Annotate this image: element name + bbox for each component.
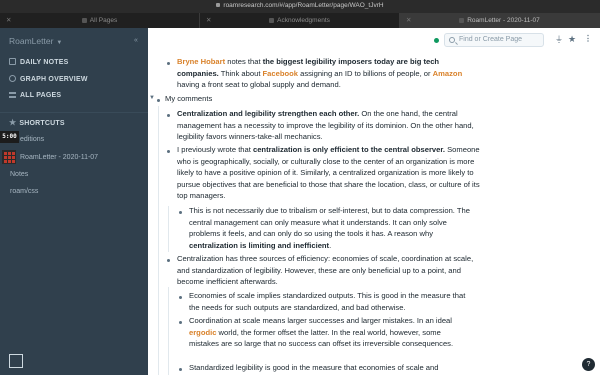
block-bullet[interactable] [179, 296, 182, 299]
block-standardized-legibility[interactable]: Standardized legibility is good in the m… [189, 362, 479, 374]
browser-tab-all-pages[interactable]: ✕ All Pages [0, 13, 200, 28]
help-icon[interactable]: ? [582, 358, 595, 371]
sidebar-item-daily-notes[interactable]: DAILY NOTES [9, 58, 69, 66]
filter-icon[interactable]: ⏚ [555, 34, 563, 45]
favicon-icon [459, 17, 465, 23]
more-icon[interactable]: ⋮ [584, 34, 592, 43]
timer-badge[interactable]: 5:00 [0, 131, 19, 143]
shortcut-roam-css[interactable]: roam/css [10, 188, 38, 195]
sidebar-divider [0, 112, 148, 113]
close-icon[interactable]: ✕ [406, 13, 411, 28]
sidebar-item-graph-overview[interactable]: GRAPH OVERVIEW [9, 75, 88, 83]
shortcut-roamletter-2020-11-07[interactable]: RoamLetter - 2020-11-07 [20, 154, 98, 161]
checkbox-icon[interactable] [9, 354, 23, 368]
pages-icon [9, 92, 16, 98]
block-bullet[interactable] [167, 259, 170, 262]
favicon-icon [81, 17, 87, 23]
url-text: roamresearch.com/#/app/RoamLetter/page/W… [223, 2, 384, 9]
block-indent-guide [158, 106, 159, 375]
block-centralization-legibility[interactable]: Centralization and legibility strengthen… [177, 108, 477, 143]
block-bullet[interactable] [167, 62, 170, 65]
shortcuts-heading: ★ SHORTCUTS [9, 118, 65, 127]
grid-app-icon[interactable] [2, 150, 16, 164]
page-ref-facebook[interactable]: Facebook [263, 69, 298, 78]
browser-tab-acknowledgments[interactable]: ✕ Acknowledgments [200, 13, 400, 28]
block-centralization-efficient[interactable]: I previously wrote that centralization i… [177, 144, 487, 202]
close-icon[interactable]: ✕ [6, 13, 11, 28]
browser-tab-roamletter[interactable]: ✕ RoamLetter - 2020-11-07 [400, 13, 600, 28]
star-icon: ★ [9, 118, 17, 127]
block-bullet[interactable] [179, 321, 182, 324]
page-ref-amazon[interactable]: Amazon [433, 69, 463, 78]
browser-tab-strip: ✕ All Pages ✕ Acknowledgments ✕ RoamLetter … [0, 13, 600, 28]
page-ref-bryne-hobart[interactable]: Bryne Hobart [177, 57, 225, 66]
block-three-sources[interactable]: Centralization has three sources of effi… [177, 253, 477, 288]
favicon-icon [269, 17, 275, 23]
collapse-sidebar-icon[interactable]: « [134, 37, 138, 44]
notes-icon [9, 58, 16, 65]
block-bullet[interactable] [167, 150, 170, 153]
graph-icon [9, 75, 16, 82]
search-input[interactable]: Find or Create Page [444, 33, 544, 47]
star-icon[interactable]: ★ [568, 34, 576, 45]
close-icon[interactable]: ✕ [206, 13, 211, 28]
shortcut-notes[interactable]: Notes [10, 171, 28, 178]
block-my-comments[interactable]: My comments [165, 93, 465, 105]
block-indent-guide [168, 206, 169, 252]
block-economies-of-scale[interactable]: Economies of scale implies standardized … [189, 290, 469, 313]
block-data-compression[interactable]: This is not necessarily due to tribalism… [189, 205, 475, 251]
main-content: Bryne Hobart notes that the biggest legi… [148, 28, 600, 375]
chevron-down-icon: ▼ [56, 40, 63, 46]
sidebar-item-all-pages[interactable]: ALL PAGES [9, 92, 61, 99]
address-bar[interactable]: roamresearch.com/#/app/RoamLetter/page/W… [0, 2, 600, 9]
lock-icon [216, 3, 221, 8]
search-icon [449, 37, 455, 43]
page-ref-ergodic[interactable]: ergodic [189, 328, 216, 337]
block-coordination-at-scale[interactable]: Coordination at scale means larger succe… [189, 315, 471, 350]
sync-status-dot [434, 38, 439, 43]
browser-title-bar: roamresearch.com/#/app/RoamLetter/page/W… [0, 0, 600, 13]
shortcut-editions[interactable]: editions [20, 136, 44, 143]
block-indent-guide [168, 287, 169, 375]
graph-switcher[interactable]: RoamLetter ▼ [9, 36, 62, 46]
block-bullet[interactable] [179, 368, 182, 371]
block-bullet[interactable] [167, 114, 170, 117]
top-bar: Find or Create Page ⏚ ★ ⋮ [148, 28, 600, 53]
collapse-arrow-icon[interactable]: ▼ [149, 95, 155, 101]
block-bullet[interactable] [157, 99, 160, 102]
block-bryne-hobart[interactable]: Bryne Hobart notes that the biggest legi… [177, 56, 477, 91]
left-sidebar: RoamLetter ▼ « DAILY NOTES GRAPH OVERVIEW… [0, 28, 148, 375]
block-bullet[interactable] [179, 211, 182, 214]
